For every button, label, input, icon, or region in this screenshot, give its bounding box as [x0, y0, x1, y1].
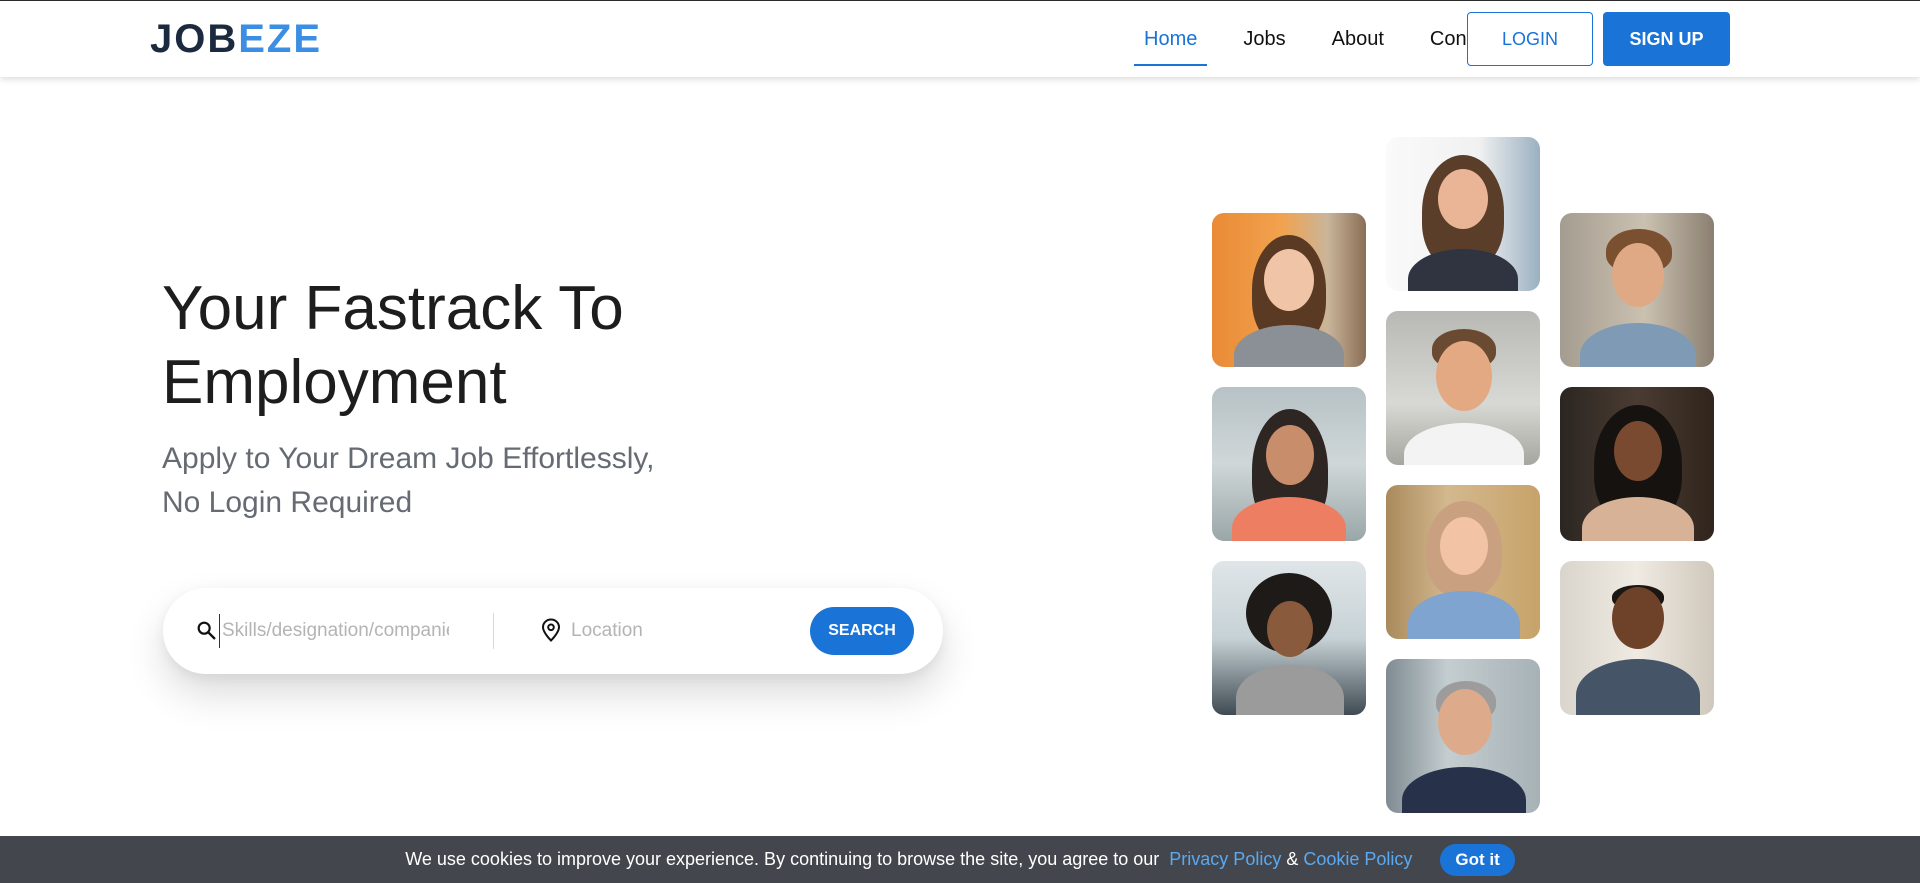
- hero-title: Your Fastrack To Employment: [162, 272, 862, 420]
- jobeze-logo[interactable]: JOBEZE: [150, 19, 322, 59]
- got-it-button[interactable]: Got it: [1440, 843, 1515, 876]
- search-icon: [197, 621, 216, 640]
- job-search-bar: SEARCH: [163, 588, 943, 674]
- cookie-message: We use cookies to improve your experienc…: [405, 849, 1160, 869]
- profile-photo-4: [1212, 387, 1366, 541]
- profile-photo-10: [1386, 659, 1540, 813]
- hero-title-line-2: Employment: [162, 348, 507, 417]
- profile-photo-8: [1386, 485, 1540, 639]
- signup-button[interactable]: SIGN UP: [1603, 12, 1730, 66]
- hero-subtitle-line-1: Apply to Your Dream Job Effortlessly,: [162, 442, 655, 475]
- hero-subtitle: Apply to Your Dream Job Effortlessly, No…: [162, 437, 762, 525]
- profile-photo-7: [1212, 561, 1366, 715]
- search-divider: [493, 613, 494, 649]
- search-button[interactable]: SEARCH: [810, 607, 914, 655]
- profile-photo-1: [1212, 213, 1366, 367]
- cookie-consent-banner: We use cookies to improve your experienc…: [0, 836, 1920, 883]
- profile-photo-3: [1560, 213, 1714, 367]
- profile-photo-5: [1386, 311, 1540, 465]
- nav-jobs[interactable]: Jobs: [1233, 1, 1295, 77]
- hero-subtitle-line-2: No Login Required: [162, 486, 413, 519]
- cookie-ampersand: &: [1286, 849, 1299, 869]
- profile-photo-6: [1560, 387, 1714, 541]
- nav-home[interactable]: Home: [1134, 1, 1208, 77]
- cookie-policy-link[interactable]: Cookie Policy: [1303, 849, 1412, 870]
- top-navbar: JOBEZE Home Jobs About Contact LOGIN SIG…: [0, 0, 1920, 77]
- login-button[interactable]: LOGIN: [1467, 12, 1593, 66]
- logo-text-eze: EZE: [238, 17, 323, 61]
- location-pin-icon: [541, 618, 561, 642]
- nav-about[interactable]: About: [1322, 1, 1394, 77]
- privacy-policy-link[interactable]: Privacy Policy: [1169, 849, 1281, 870]
- profile-photo-2: [1386, 137, 1540, 291]
- location-input[interactable]: [571, 614, 801, 648]
- logo-text-job: JOB: [150, 17, 239, 61]
- skills-input[interactable]: [219, 614, 449, 648]
- hero-title-line-1: Your Fastrack To: [162, 274, 624, 343]
- profile-photo-9: [1560, 561, 1714, 715]
